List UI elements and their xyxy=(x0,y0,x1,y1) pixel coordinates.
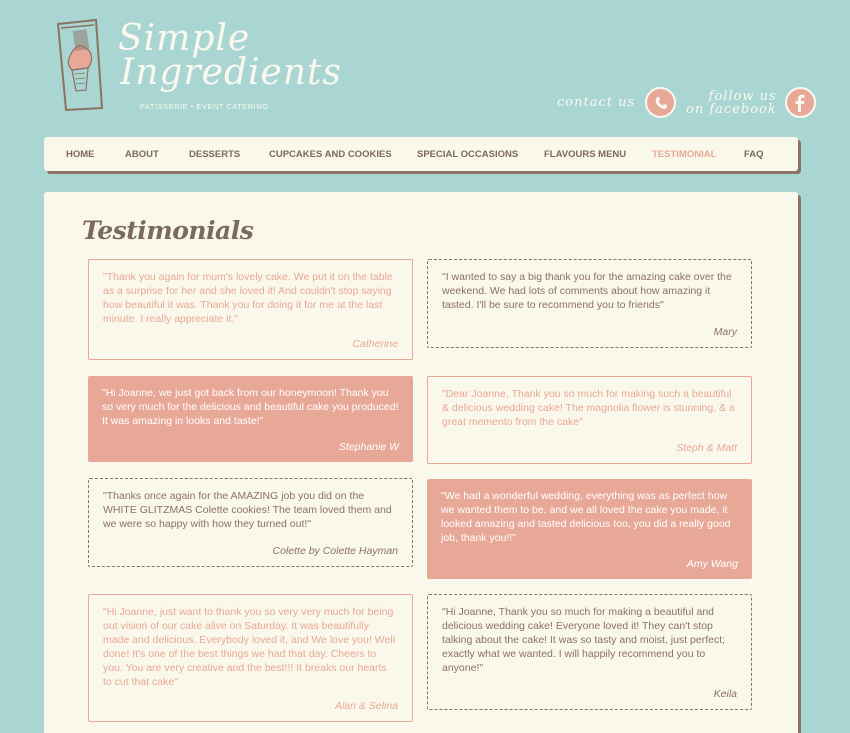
testimonial-author: Alan & Selina xyxy=(334,700,398,712)
testimonial-author: Catherine xyxy=(352,338,398,350)
nav-item-flavours-menu[interactable]: FLAVOURS MENU xyxy=(544,149,626,160)
contact-us-link[interactable]: contact us xyxy=(557,87,677,118)
testimonial-card: "Thank you again for mum's lovely cake. … xyxy=(88,259,413,360)
testimonial-quote: "Hi Joanne, Thank you so much for making… xyxy=(442,606,726,674)
testimonial-quote: "Thank you again for mum's lovely cake. … xyxy=(103,271,393,325)
contact-label: contact us xyxy=(557,95,636,110)
testimonial-card: "Hi Joanne, Thank you so much for making… xyxy=(427,594,752,710)
brand-line-1: Simple xyxy=(118,18,251,59)
nav-item-desserts[interactable]: DESSERTS xyxy=(189,149,240,160)
nav-item-cupcakes-and-cookies[interactable]: CUPCAKES AND COOKIES xyxy=(269,149,392,160)
nav-item-special-occasions[interactable]: SPECIAL OCCASIONS xyxy=(417,149,518,160)
nav-item-faq[interactable]: FAQ xyxy=(744,149,764,160)
testimonial-card: "Hi Joanne, just want to thank you so ve… xyxy=(88,594,413,722)
testimonial-card: "We had a wonderful wedding, everything … xyxy=(427,479,752,579)
site-logo[interactable]: Simple Ingredients PATISSERIE • EVENT CA… xyxy=(52,16,341,116)
testimonial-author: Stephanie W xyxy=(338,441,399,453)
testimonial-author: Keila xyxy=(713,688,737,700)
testimonial-author: Mary xyxy=(713,326,737,338)
nav-item-testimonial[interactable]: TESTIMONIAL xyxy=(652,149,716,160)
nav-item-about[interactable]: ABOUT xyxy=(125,149,159,160)
follow-label-line-2: on facebook xyxy=(686,101,777,117)
page-title: Testimonials xyxy=(82,216,254,245)
brand-line-2: Ingredients xyxy=(120,52,342,93)
brand-name: Simple Ingredients xyxy=(118,18,342,93)
testimonial-author: Colette by Colette Hayman xyxy=(272,545,398,557)
testimonial-card: "Thanks once again for the AMAZING job y… xyxy=(88,478,413,567)
facebook-link[interactable]: follow us on facebook xyxy=(686,87,816,118)
phone-icon[interactable] xyxy=(645,87,677,118)
testimonial-card: "Dear Joanne, Thank you so much for maki… xyxy=(427,376,752,464)
facebook-icon[interactable] xyxy=(784,87,816,118)
testimonial-quote: "I wanted to say a big thank you for the… xyxy=(442,271,732,311)
testimonial-author: Amy Wang xyxy=(686,558,738,570)
testimonial-quote: "Dear Joanne, Thank you so much for maki… xyxy=(442,388,735,428)
testimonial-quote: "Hi Joanne, we just got back from our ho… xyxy=(102,387,399,427)
cupcake-glass-logo-icon xyxy=(56,18,104,112)
testimonial-quote: "We had a wonderful wedding, everything … xyxy=(441,490,731,544)
nav-item-home[interactable]: HOME xyxy=(66,149,95,160)
testimonial-quote: "Hi Joanne, just want to thank you so ve… xyxy=(103,606,396,688)
follow-label: follow us on facebook xyxy=(686,90,777,116)
main-nav: HOME ABOUT DESSERTS CUPCAKES AND COOKIES… xyxy=(44,137,798,171)
follow-label-line-1: follow us xyxy=(708,88,777,104)
testimonial-card: "Hi Joanne, we just got back from our ho… xyxy=(88,376,413,462)
testimonial-author: Steph & Matt xyxy=(676,442,737,454)
content-panel: Testimonials "Thank you again for mum's … xyxy=(44,192,798,733)
testimonial-card: "I wanted to say a big thank you for the… xyxy=(427,259,752,348)
brand-tagline: PATISSERIE • EVENT CATERING xyxy=(140,102,269,111)
testimonial-quote: "Thanks once again for the AMAZING job y… xyxy=(103,490,392,530)
